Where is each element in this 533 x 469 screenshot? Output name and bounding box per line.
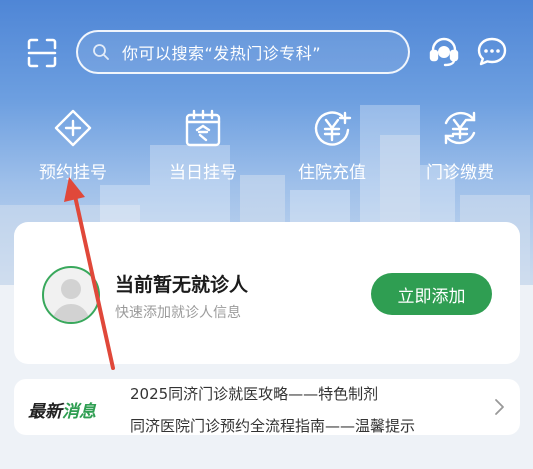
calendar-today-icon [183,108,223,148]
yuan-plus-icon [312,108,352,148]
patient-card-title: 当前暂无就诊人 [115,274,249,296]
chevron-right-icon[interactable] [492,398,506,416]
news-item[interactable]: 2025同济门诊就医攻略——特色制剂 [130,383,378,404]
top-bar: 你可以搜索“发热门诊专科” [0,30,533,76]
quick-actions: 预约挂号 当日挂号 住院充值 门诊缴费 [0,108,533,188]
news-badge: 最新消息 [28,397,96,422]
quick-action-label: 门诊缴费 [426,163,494,183]
quick-action-outpatient-pay[interactable]: 门诊缴费 [405,108,515,183]
patient-card: 当前暂无就诊人 快速添加就诊人信息 立即添加 [14,222,520,364]
customer-service-icon[interactable] [427,35,461,69]
quick-action-label: 当日挂号 [169,163,237,183]
quick-action-inpatient-topup[interactable]: 住院充值 [277,108,387,183]
quick-action-appointment[interactable]: 预约挂号 [18,108,128,183]
news-badge-news: 消息 [62,402,96,422]
plus-diamond-icon [53,108,93,148]
quick-action-label: 住院充值 [298,163,366,183]
search-input[interactable]: 你可以搜索“发热门诊专科” [76,30,410,74]
avatar [42,266,100,324]
news-badge-latest: 最新 [28,402,62,422]
news-strip[interactable]: 最新消息 2025同济门诊就医攻略——特色制剂 同济医院门诊预约全流程指南——温… [14,379,520,435]
quick-action-label: 预约挂号 [39,163,107,183]
search-icon [92,43,110,61]
chat-bubble-icon[interactable] [475,35,509,69]
scan-icon[interactable] [26,37,58,69]
yuan-refresh-icon [440,108,480,148]
add-patient-button[interactable]: 立即添加 [371,273,492,315]
quick-action-same-day[interactable]: 当日挂号 [148,108,258,183]
news-item[interactable]: 同济医院门诊预约全流程指南——温馨提示 [130,415,415,435]
search-placeholder: 你可以搜索“发热门诊专科” [122,44,322,63]
patient-card-subtitle: 快速添加就诊人信息 [115,305,241,321]
